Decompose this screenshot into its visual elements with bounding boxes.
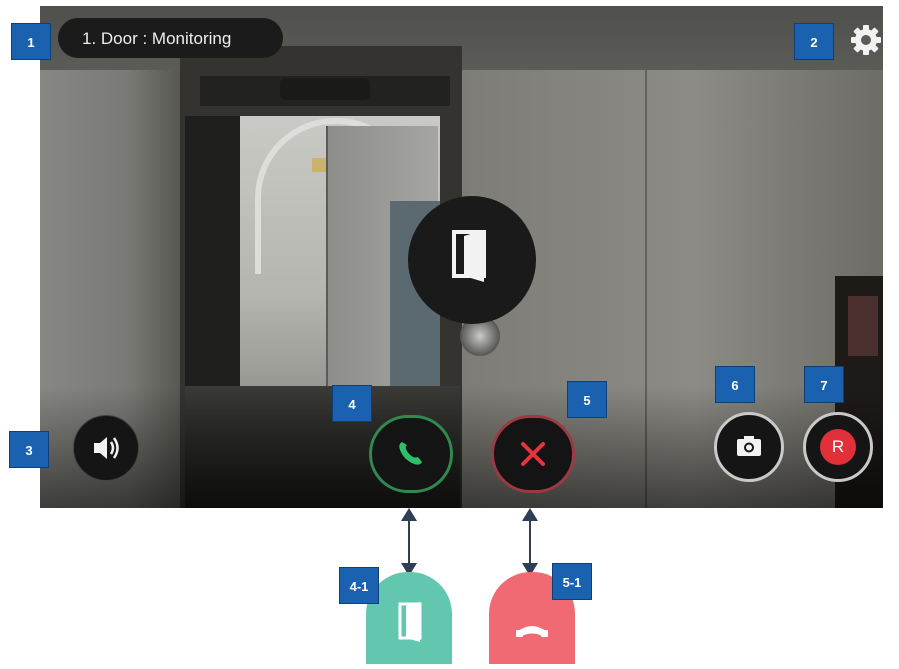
sign xyxy=(312,158,326,172)
door-open-button[interactable] xyxy=(408,196,536,324)
speaker-button[interactable] xyxy=(73,415,139,481)
arrow-5-to-5-1 xyxy=(522,508,538,576)
phone-icon xyxy=(399,442,422,465)
callout-6: 6 xyxy=(715,366,755,403)
callout-4-1: 4-1 xyxy=(339,567,379,604)
speaker-icon xyxy=(94,437,119,459)
callout-4: 4 xyxy=(332,385,372,422)
callout-1: 1 xyxy=(11,23,51,60)
gear-icon xyxy=(851,25,881,55)
settings-button[interactable] xyxy=(848,22,884,58)
record-icon: R xyxy=(820,429,856,465)
snapshot-button[interactable] xyxy=(714,412,784,482)
callout-5-1: 5-1 xyxy=(552,563,592,600)
camera-icon xyxy=(737,436,761,456)
record-button[interactable]: R xyxy=(803,412,873,482)
callout-7: 7 xyxy=(804,366,844,403)
close-icon xyxy=(521,442,545,466)
arrow-4-to-4-1 xyxy=(401,508,417,576)
call-button[interactable] xyxy=(369,415,453,493)
door-closer xyxy=(280,78,370,100)
door-open-icon xyxy=(452,230,486,282)
page-title: 1. Door : Monitoring xyxy=(82,29,232,48)
right-object xyxy=(848,296,878,356)
callout-5: 5 xyxy=(567,381,607,418)
reject-button[interactable] xyxy=(491,415,575,493)
callout-3: 3 xyxy=(9,431,49,468)
callout-2: 2 xyxy=(794,23,834,60)
